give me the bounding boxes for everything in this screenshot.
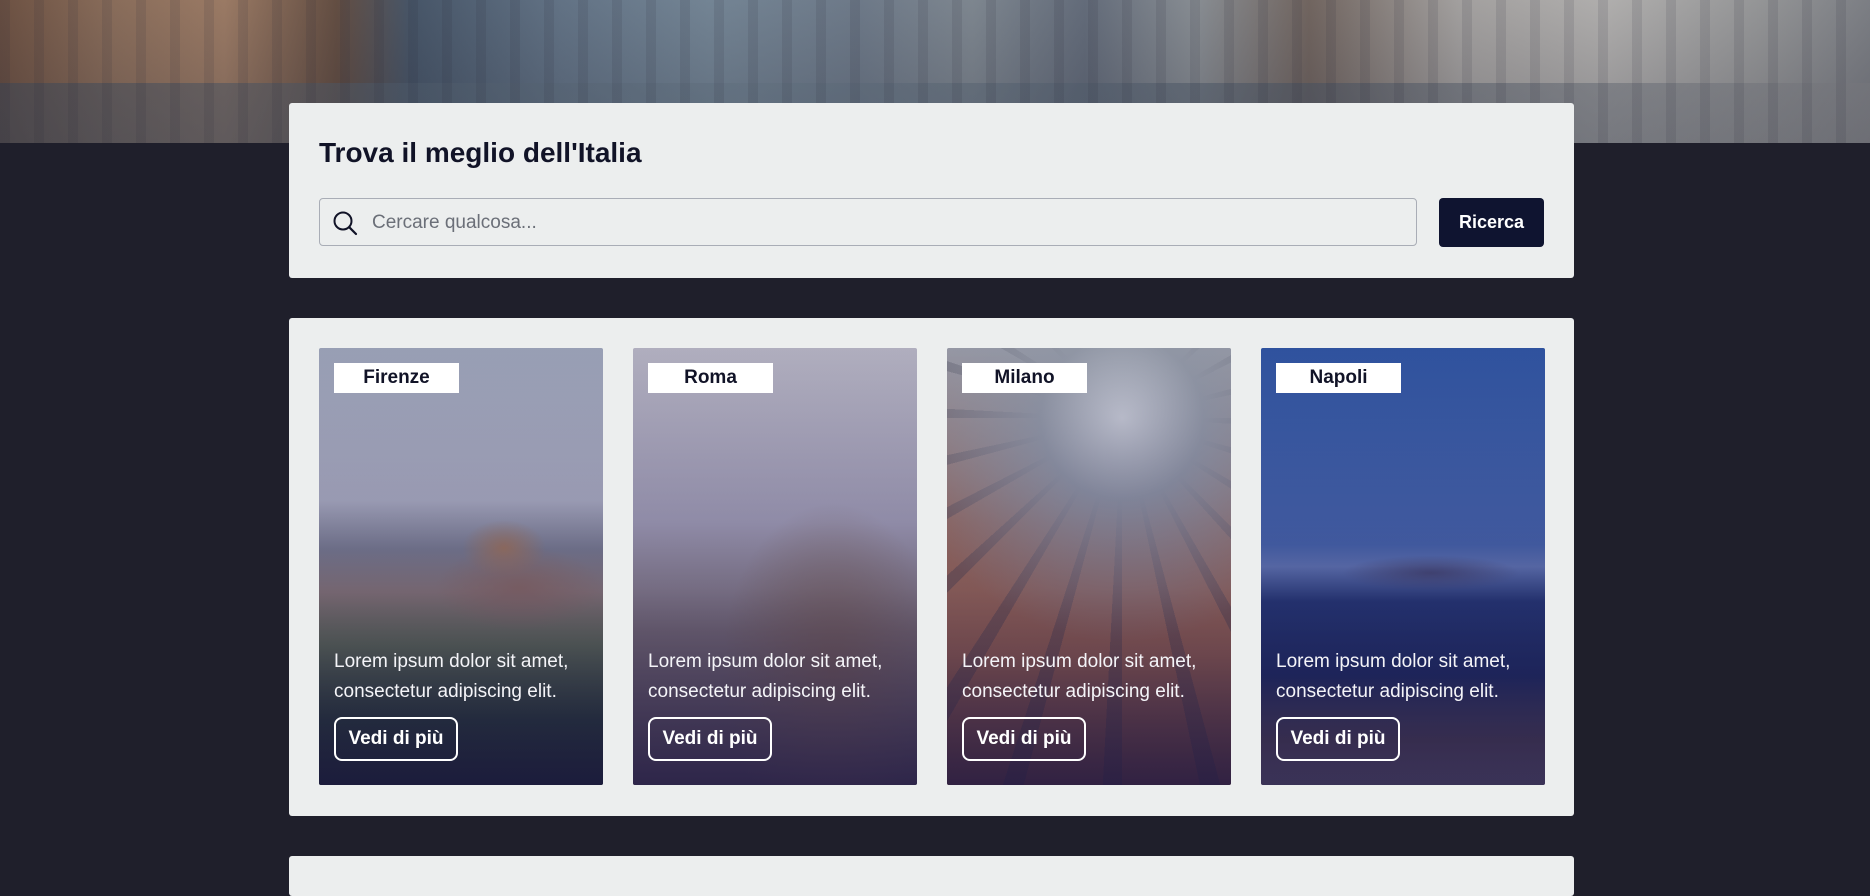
search-button[interactable]: Ricerca bbox=[1439, 198, 1544, 247]
city-label: Napoli bbox=[1276, 363, 1401, 393]
city-description: Lorem ipsum dolor sit amet, consectetur … bbox=[962, 651, 1197, 702]
see-more-button-napoli[interactable]: Vedi di più bbox=[1276, 717, 1400, 761]
see-more-button-milano[interactable]: Vedi di più bbox=[962, 717, 1086, 761]
city-label: Milano bbox=[962, 363, 1087, 393]
search-input[interactable] bbox=[370, 199, 1404, 247]
search-title: Trova il meglio dell'Italia bbox=[319, 137, 642, 168]
city-card-firenze: Firenze Lorem ipsum dolor sit amet, cons… bbox=[319, 348, 603, 785]
city-description: Lorem ipsum dolor sit amet, consectetur … bbox=[334, 651, 569, 702]
see-more-button-firenze[interactable]: Vedi di più bbox=[334, 717, 458, 761]
city-description: Lorem ipsum dolor sit amet, consectetur … bbox=[648, 651, 883, 702]
city-card-milano: Milano Lorem ipsum dolor sit amet, conse… bbox=[947, 348, 1231, 785]
city-description: Lorem ipsum dolor sit amet, consectetur … bbox=[1276, 651, 1511, 702]
search-field[interactable] bbox=[319, 198, 1417, 247]
see-more-button-roma[interactable]: Vedi di più bbox=[648, 717, 772, 761]
cities-panel: Firenze Lorem ipsum dolor sit amet, cons… bbox=[289, 318, 1574, 816]
search-panel: Trova il meglio dell'Italia Ricerca bbox=[289, 103, 1574, 278]
city-card-napoli: Napoli Lorem ipsum dolor sit amet, conse… bbox=[1261, 348, 1545, 785]
city-label: Roma bbox=[648, 363, 773, 393]
next-section-panel bbox=[289, 856, 1574, 896]
city-card-roma: Roma Lorem ipsum dolor sit amet, consect… bbox=[633, 348, 917, 785]
city-label: Firenze bbox=[334, 363, 459, 393]
search-icon bbox=[333, 211, 358, 236]
